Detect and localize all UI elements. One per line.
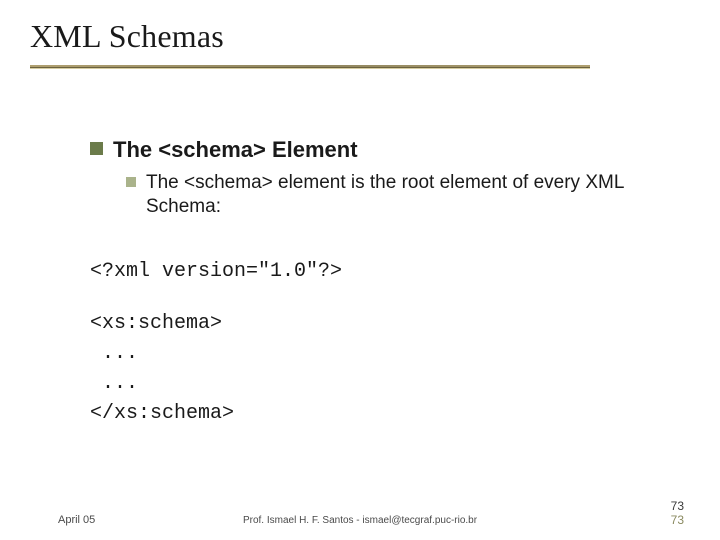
code-line: </xs:schema> — [90, 399, 670, 429]
bullet-level2: The <schema> element is the root element… — [126, 171, 670, 219]
bullet-sub-text: The <schema> element is the root element… — [146, 171, 666, 219]
slide-footer: April 05 Prof. Ismael H. F. Santos - ism… — [0, 498, 720, 526]
code-line: ... — [90, 339, 670, 369]
square-bullet-icon — [126, 177, 136, 187]
content-area: The <schema> Element The <schema> elemen… — [30, 71, 690, 429]
title-underline — [30, 65, 590, 71]
bullet-level1: The <schema> Element — [90, 137, 670, 163]
footer-page-numbers: 73 73 — [671, 500, 684, 528]
page-number-top: 73 — [671, 500, 684, 514]
square-bullet-icon — [90, 142, 103, 155]
code-line: <xs:schema> — [90, 309, 670, 339]
code-blank-line — [90, 287, 670, 309]
page-number-bottom: 73 — [671, 514, 684, 528]
bullet-main-text: The <schema> Element — [113, 137, 358, 163]
code-line: ... — [90, 369, 670, 399]
footer-author: Prof. Ismael H. F. Santos - ismael@tecgr… — [0, 515, 720, 526]
slide-title: XML Schemas — [30, 18, 690, 55]
code-block: <?xml version="1.0"?> <xs:schema> ... ...… — [90, 257, 670, 429]
slide-container: XML Schemas The <schema> Element The <sc… — [0, 0, 720, 540]
code-line: <?xml version="1.0"?> — [90, 257, 670, 287]
